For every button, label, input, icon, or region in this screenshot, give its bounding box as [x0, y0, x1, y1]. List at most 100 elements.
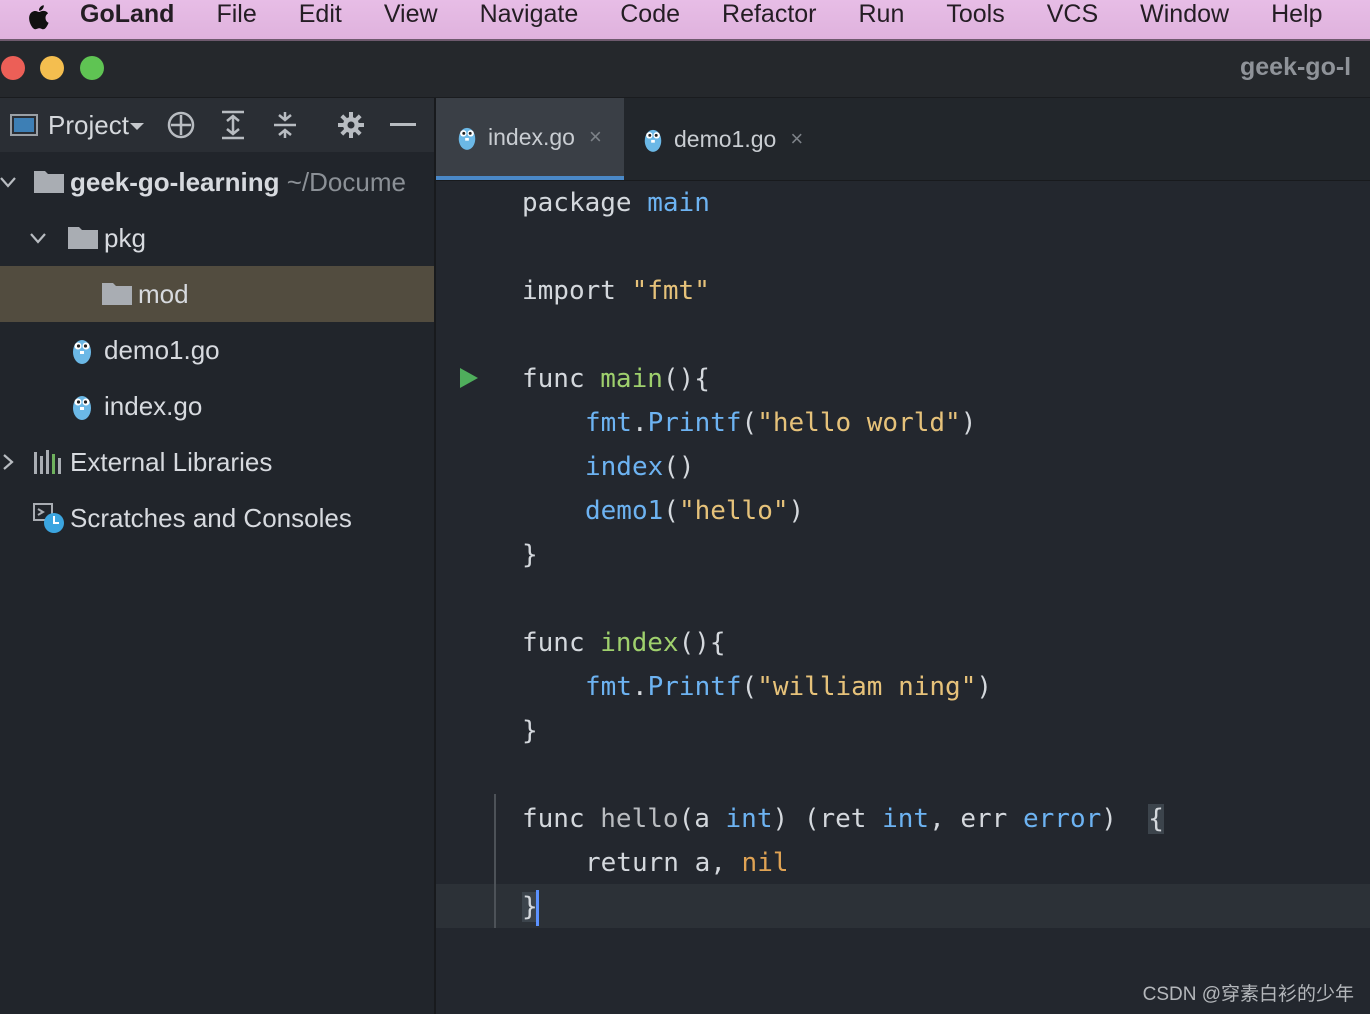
menu-vcs[interactable]: VCS	[1047, 0, 1098, 29]
identifier: fmt	[585, 408, 632, 438]
constant: nil	[741, 848, 789, 878]
tree-item-scratches[interactable]: Scratches and Consoles	[0, 490, 434, 546]
watermark: CSDN @穿素白衫的少年	[1142, 984, 1354, 1005]
string: "hello"	[678, 496, 789, 526]
folder-icon	[34, 171, 64, 193]
chevron-right-icon[interactable]	[0, 454, 16, 470]
apple-icon[interactable]	[24, 3, 52, 31]
gear-icon[interactable]	[335, 109, 367, 141]
project-tree: geek-go-learning ~/Docume pkg mod demo1.…	[0, 154, 434, 546]
function-call: index	[585, 452, 664, 482]
function-name: main	[600, 364, 663, 394]
code-line: package main	[522, 181, 710, 225]
keyword: import	[522, 276, 616, 306]
function-call: demo1	[585, 496, 664, 526]
chevron-down-icon[interactable]	[30, 230, 46, 246]
close-window-button[interactable]	[1, 56, 25, 80]
minimize-window-button[interactable]	[40, 56, 64, 80]
gopher-file-icon	[644, 129, 662, 152]
zoom-window-button[interactable]	[80, 56, 104, 80]
gopher-file-icon	[458, 127, 476, 150]
punctuation: }	[522, 540, 538, 570]
punctuation: )	[1101, 804, 1117, 834]
code-line: func main(){	[522, 357, 710, 401]
function-name: index	[600, 628, 679, 658]
parameter: err	[960, 804, 1008, 834]
code-editor[interactable]: package main import "fmt" func main(){ f…	[436, 181, 1370, 1014]
tree-item-label: index.go	[104, 390, 203, 421]
menu-refactor[interactable]: Refactor	[722, 0, 816, 29]
punctuation: ()	[663, 452, 695, 482]
tab-index-go[interactable]: index.go ×	[436, 98, 624, 180]
close-tab-icon[interactable]: ×	[589, 124, 602, 150]
parameter: (a	[678, 804, 710, 834]
tab-label: demo1.go	[674, 125, 777, 152]
code-line: fmt.Printf("hello world")	[585, 401, 976, 445]
scratches-icon	[33, 503, 64, 533]
chevron-down-icon[interactable]	[0, 174, 16, 190]
collapse-all-icon[interactable]	[269, 109, 301, 141]
keyword: package	[522, 188, 632, 218]
keyword: func	[522, 364, 585, 394]
project-root-label: geek-go-learning ~/Docume	[70, 167, 406, 198]
punctuation: (	[663, 496, 679, 526]
parameter: (ret	[803, 804, 867, 834]
punctuation: .	[631, 408, 648, 438]
window-title: geek-go-l	[1240, 53, 1352, 81]
close-tab-icon[interactable]: ×	[790, 126, 803, 152]
chevron-down-icon[interactable]	[129, 122, 145, 132]
tree-item-index-go[interactable]: index.go	[0, 378, 434, 434]
expand-all-icon[interactable]	[217, 109, 249, 141]
hide-panel-icon[interactable]	[387, 109, 419, 141]
type: int	[882, 804, 930, 834]
code-line: return a, nil	[585, 841, 789, 885]
punctuation: (){	[678, 628, 726, 658]
locate-icon[interactable]	[165, 109, 197, 141]
library-icon	[34, 450, 61, 474]
code-line: demo1("hello")	[585, 489, 804, 533]
macos-menubar: GoLand File Edit View Navigate Code Refa…	[0, 0, 1370, 41]
project-toolbar: Project	[0, 98, 434, 152]
punctuation: )	[976, 672, 993, 702]
punctuation: (){	[662, 364, 710, 394]
project-view-icon	[10, 114, 38, 136]
project-view-label[interactable]: Project	[48, 110, 129, 141]
project-root-name: geek-go-learning	[70, 166, 280, 197]
project-root-path: ~/Docume	[286, 166, 406, 197]
keyword: func	[522, 804, 585, 834]
tree-item-external-libraries[interactable]: External Libraries	[0, 434, 434, 490]
menu-run[interactable]: Run	[859, 0, 905, 29]
tree-item-demo1-go[interactable]: demo1.go	[0, 322, 434, 378]
menu-help[interactable]: Help	[1271, 0, 1322, 29]
current-line-highlight	[436, 884, 1370, 928]
tab-demo1-go[interactable]: demo1.go ×	[632, 98, 822, 180]
tree-item-label: demo1.go	[104, 334, 220, 365]
menu-file[interactable]: File	[216, 0, 256, 29]
type: int	[725, 804, 773, 834]
gopher-file-icon	[73, 340, 91, 364]
punctuation: )	[772, 804, 789, 834]
menu-tools[interactable]: Tools	[946, 0, 1004, 29]
identifier: main	[647, 188, 710, 218]
menu-window[interactable]: Window	[1140, 0, 1229, 29]
menu-navigate[interactable]: Navigate	[480, 0, 579, 29]
tree-item-geek-go-learning[interactable]: geek-go-learning ~/Docume	[0, 154, 434, 210]
menu-app-goland[interactable]: GoLand	[80, 0, 174, 29]
folder-icon	[102, 283, 132, 305]
string: "fmt"	[631, 276, 710, 306]
text-cursor	[535, 889, 539, 926]
tree-item-label: mod	[138, 278, 189, 309]
tab-label: index.go	[488, 123, 575, 150]
type: error	[1023, 804, 1102, 834]
code-line: index()	[585, 445, 695, 489]
menu-view[interactable]: View	[384, 0, 438, 29]
tree-item-pkg[interactable]: pkg	[0, 210, 434, 266]
code-content: package main import "fmt" func main(){ f…	[436, 181, 1164, 926]
punctuation: )	[960, 408, 977, 438]
punctuation: (	[741, 672, 758, 702]
menu-edit[interactable]: Edit	[299, 0, 342, 29]
menu-code[interactable]: Code	[620, 0, 680, 29]
tree-item-mod[interactable]: mod	[0, 266, 434, 322]
punctuation: ,	[929, 804, 945, 834]
code-line: func hello(a int) (ret int, err error) {	[522, 797, 1164, 841]
